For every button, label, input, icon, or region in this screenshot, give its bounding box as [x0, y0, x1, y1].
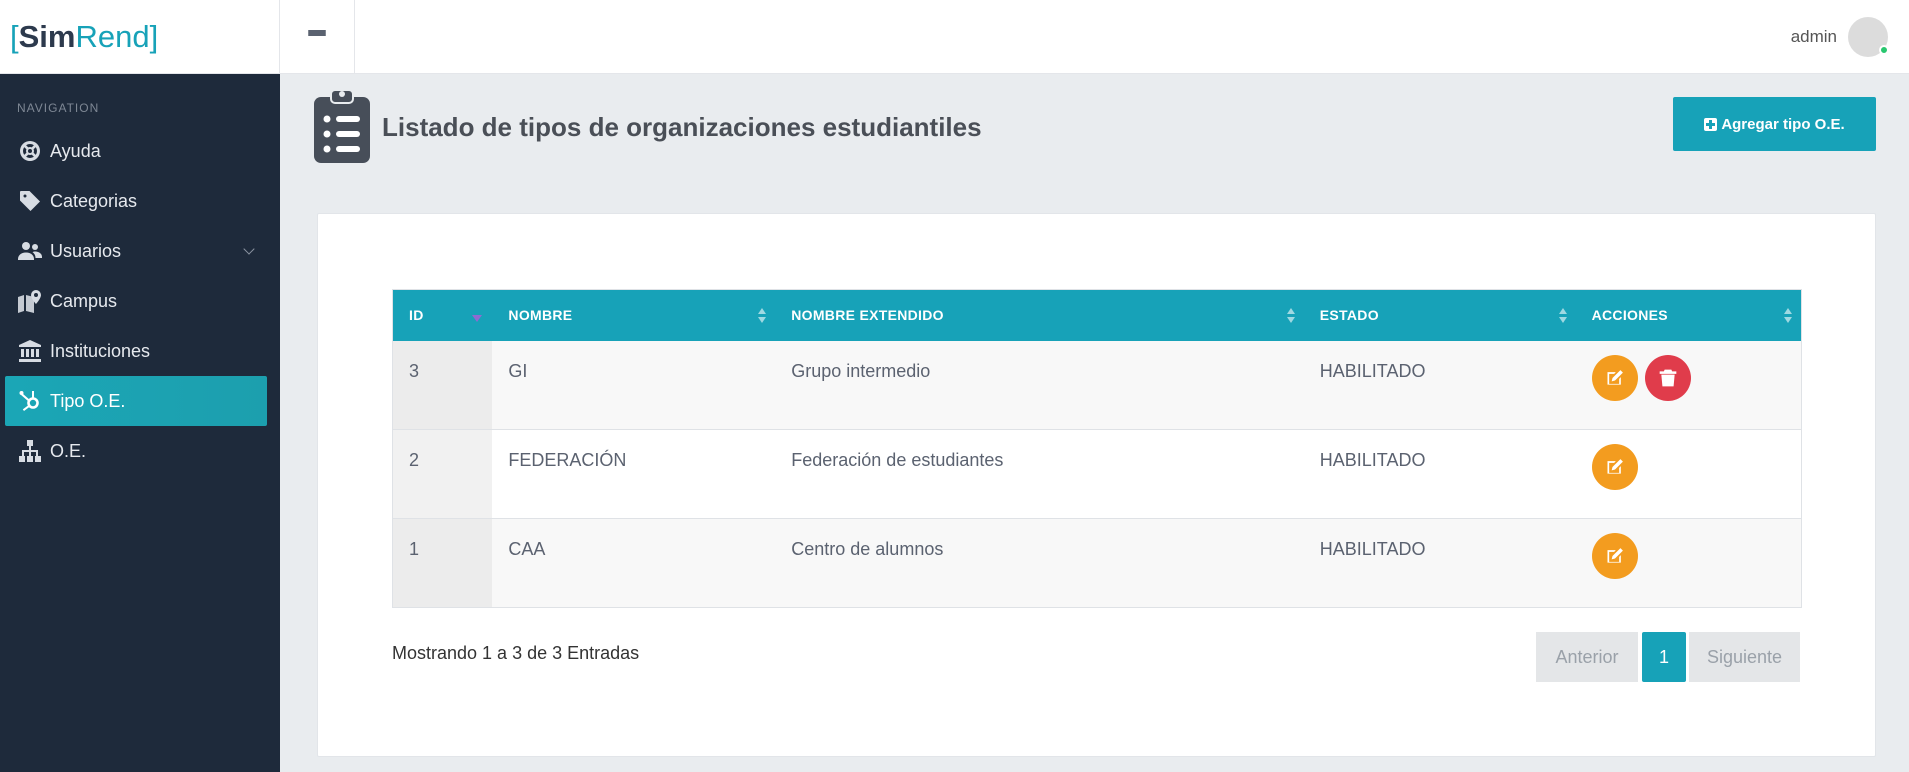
- online-status-dot: [1879, 44, 1889, 55]
- edit-icon: [1607, 369, 1623, 385]
- cell-acciones: [1575, 340, 1802, 430]
- cell-nombre: GI: [492, 340, 776, 430]
- top-header: [Sim Rend] admin: [0, 0, 1909, 74]
- table-row: 2 FEDERACIÓN Federación de estudiantes H…: [392, 429, 1802, 519]
- sort-icon: [1286, 308, 1295, 324]
- sidebar-item-categorias[interactable]: Categorias: [0, 176, 280, 226]
- sort-desc-icon: [472, 315, 483, 322]
- sidebar-item-campus[interactable]: Campus: [0, 276, 280, 326]
- plus-square-icon: [1704, 117, 1718, 131]
- sidebar: NAVIGATION Ayuda Categorias Usuarios Cam…: [0, 74, 280, 772]
- sidebar-item-instituciones[interactable]: Instituciones: [0, 326, 280, 376]
- edit-button[interactable]: [1591, 444, 1638, 490]
- pagination-page-button[interactable]: 1: [1642, 632, 1686, 682]
- cell-nombre-extendido: Federación de estudiantes: [775, 429, 1304, 519]
- user-name: admin: [1790, 26, 1837, 46]
- sidebar-item-label: Campus: [50, 290, 118, 311]
- cell-estado: HABILITADO: [1303, 518, 1576, 608]
- logo-text-sim: Sim: [18, 19, 76, 54]
- tag-icon: [17, 188, 43, 214]
- column-header-nombre-extendido[interactable]: NOMBRE EXTENDIDO: [775, 289, 1304, 341]
- sidebar-item-label: Usuarios: [50, 240, 122, 261]
- logo-bracket-close: ]: [149, 19, 159, 54]
- table-header-row: ID NOMBRE NOMBRE EXTENDIDO ESTADO ACCION…: [392, 289, 1802, 341]
- sort-icon: [1558, 308, 1567, 324]
- column-header-estado[interactable]: ESTADO: [1303, 289, 1576, 341]
- nav-heading: NAVIGATION: [17, 101, 100, 115]
- hamburger-icon: [308, 30, 326, 44]
- sidebar-item-oe[interactable]: O.E.: [0, 426, 280, 476]
- clipboard-list-icon: [314, 87, 370, 168]
- page-title: Listado de tipos de organizaciones estud…: [382, 112, 982, 142]
- sidebar-item-label: Tipo O.E.: [50, 390, 126, 411]
- sidebar-item-label: O.E.: [50, 440, 87, 461]
- cell-estado: HABILITADO: [1303, 429, 1576, 519]
- table-info-text: Mostrando 1 a 3 de 3 Entradas: [392, 643, 640, 663]
- map-marker-icon: [17, 288, 43, 314]
- page-header: Listado de tipos de organizaciones estud…: [314, 87, 982, 168]
- cell-id: 3: [392, 340, 493, 430]
- user-menu[interactable]: admin: [1791, 0, 1909, 73]
- table-row: 1 CAA Centro de alumnos HABILITADO: [392, 518, 1802, 608]
- column-header-acciones[interactable]: ACCIONES: [1575, 289, 1802, 341]
- sidebar-item-tipo-oe[interactable]: Tipo O.E.: [5, 376, 267, 426]
- sidebar-item-label: Instituciones: [50, 340, 151, 361]
- sort-icon: [1784, 308, 1792, 324]
- delete-button[interactable]: [1644, 354, 1691, 401]
- university-icon: [17, 338, 43, 364]
- cell-id: 1: [392, 518, 493, 608]
- edit-icon: [1607, 548, 1623, 563]
- avatar[interactable]: [1848, 16, 1889, 57]
- logo-bracket-open: [: [10, 19, 19, 54]
- pagination-next-button[interactable]: Siguiente: [1689, 632, 1800, 682]
- chevron-down-icon: [243, 243, 255, 255]
- cell-acciones: [1575, 429, 1802, 519]
- sort-icon: [758, 308, 767, 324]
- sidebar-toggle-button[interactable]: [280, 0, 355, 74]
- edit-icon: [1607, 459, 1623, 474]
- edit-button[interactable]: [1591, 354, 1638, 401]
- pagination: Anterior 1 Siguiente: [1536, 632, 1800, 682]
- trash-icon: [1659, 369, 1676, 386]
- logo-text-rend: Rend: [75, 19, 150, 54]
- cell-acciones: [1575, 518, 1802, 608]
- cell-nombre-extendido: Centro de alumnos: [775, 518, 1304, 608]
- cell-id: 2: [392, 429, 493, 519]
- edit-button[interactable]: [1591, 533, 1638, 579]
- table-row: 3 GI Grupo intermedio HABILITADO: [392, 340, 1802, 430]
- pagination-prev-button[interactable]: Anterior: [1536, 632, 1638, 682]
- sidebar-item-usuarios[interactable]: Usuarios: [0, 226, 280, 276]
- add-button-label: Agregar tipo O.E.: [1721, 115, 1845, 133]
- cell-nombre: FEDERACIÓN: [492, 429, 776, 519]
- users-icon: [17, 238, 43, 264]
- cell-nombre: CAA: [492, 518, 776, 608]
- column-header-nombre[interactable]: NOMBRE: [492, 289, 776, 341]
- sitemap-icon: [17, 438, 43, 464]
- column-header-id[interactable]: ID: [392, 289, 493, 341]
- app-logo[interactable]: [Sim Rend]: [0, 0, 280, 74]
- sidebar-item-label: Categorias: [50, 190, 138, 211]
- hubspot-icon: [17, 388, 43, 414]
- lifebuoy-icon: [17, 138, 43, 164]
- sidebar-item-ayuda[interactable]: Ayuda: [0, 126, 280, 176]
- cell-estado: HABILITADO: [1303, 340, 1576, 430]
- add-tipo-oe-button[interactable]: Agregar tipo O.E.: [1673, 97, 1876, 151]
- sidebar-item-label: Ayuda: [50, 140, 101, 161]
- tipos-oe-table: ID NOMBRE NOMBRE EXTENDIDO ESTADO ACCION…: [392, 289, 1802, 608]
- cell-nombre-extendido: Grupo intermedio: [775, 340, 1304, 430]
